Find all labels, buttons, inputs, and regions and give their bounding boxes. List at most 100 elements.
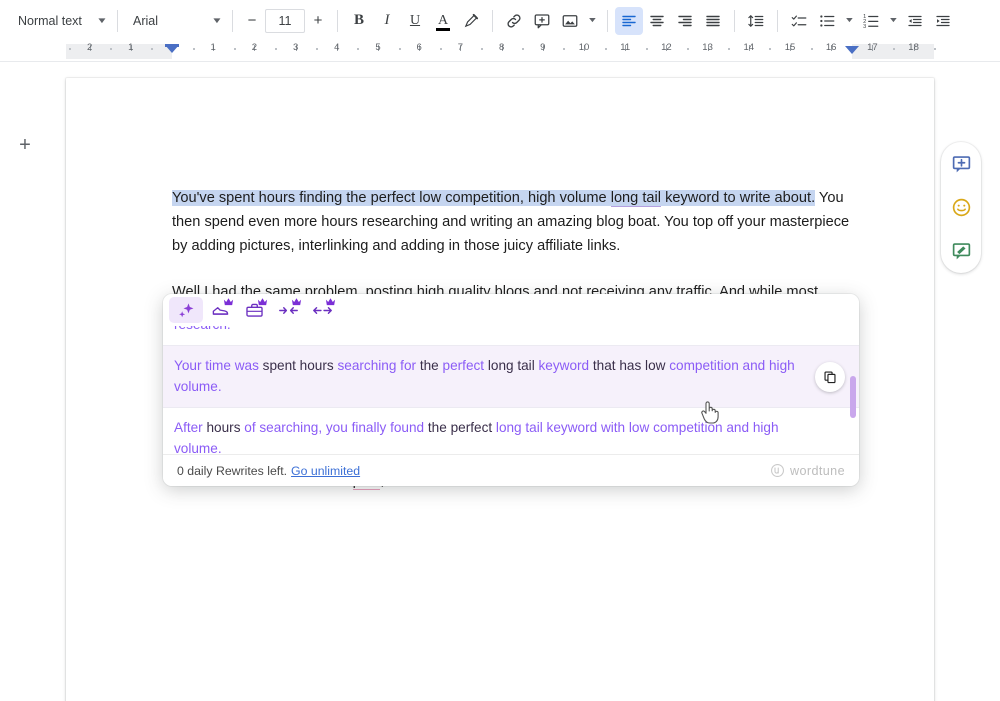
ruler-subtick — [481, 48, 483, 50]
add-comment-button[interactable] — [528, 7, 556, 35]
suggestion-text-part: of searching, you finally found — [244, 420, 428, 435]
right-indent-marker[interactable] — [845, 46, 859, 54]
ruler-subtick — [728, 48, 731, 50]
ruler-subtick — [893, 48, 895, 50]
suggestion-text-part: perfect — [442, 358, 488, 373]
underline-button[interactable]: U — [401, 7, 429, 35]
ruler-subtick — [316, 48, 319, 50]
ruler-subtick — [810, 48, 813, 50]
wordtune-popup[interactable]: research. Your time was spent hours sear… — [163, 294, 859, 486]
add-block-button[interactable]: + — [12, 132, 38, 158]
font-size-input[interactable]: 11 — [265, 8, 305, 33]
expand-mode-button[interactable] — [305, 297, 339, 323]
ruler-label-left-1: 1 — [128, 42, 134, 53]
text-color-button[interactable]: A — [429, 7, 457, 35]
numbered-list-button[interactable]: 1 2 3 — [857, 7, 885, 35]
ruler-subtick — [192, 48, 195, 50]
selected-text-part2: keyword to write about. — [661, 190, 816, 206]
insert-link-icon — [507, 13, 521, 28]
wordtune-logo-icon — [771, 464, 784, 477]
suggestion-item[interactable]: After hours of searching, you finally fo… — [163, 407, 859, 454]
wordtune-suggestions-list[interactable]: research. Your time was spent hours sear… — [163, 326, 859, 454]
decrease-font-size-button[interactable]: − — [240, 9, 264, 33]
formal-mode-button[interactable] — [237, 297, 271, 323]
ruler-label-17: 17 — [867, 42, 878, 53]
numbered-list-icon: 1 2 3 — [863, 14, 879, 29]
ruler-subtick — [357, 48, 360, 50]
ruler-label-10: 10 — [578, 42, 590, 53]
insert-link-button[interactable] — [500, 7, 528, 35]
ruler-label-9: 9 — [540, 42, 546, 53]
suggestion-item[interactable]: research. — [163, 326, 859, 345]
suggestion-text-part: long tail — [487, 358, 539, 373]
ruler-label-5: 5 — [375, 42, 381, 53]
align-justify-button[interactable] — [699, 7, 727, 35]
premium-crown-icon — [325, 298, 336, 306]
chevron-down-icon: ▼ — [96, 15, 108, 25]
suggestion-text-part: searching for — [337, 358, 420, 373]
ruler-label-2: 2 — [251, 42, 258, 53]
toolbar-divider — [734, 9, 735, 32]
suggest-edit-button[interactable] — [945, 235, 977, 267]
suggestion-text: research. — [174, 326, 231, 332]
bulleted-list-dropdown[interactable]: ▼ — [841, 7, 857, 35]
font-family-dropdown[interactable]: Arial ▼ — [125, 8, 225, 34]
increase-font-size-button[interactable]: + — [306, 9, 330, 33]
go-unlimited-link[interactable]: Go unlimited — [291, 464, 360, 478]
suggestion-text-part: spent hours — [262, 358, 338, 373]
text-color-swatch — [436, 27, 450, 31]
rewrites-left-text: 0 daily Rewrites left. — [177, 463, 288, 478]
suggestion-text-part: keyword — [538, 358, 593, 373]
ruler-label-13: 13 — [702, 42, 713, 53]
first-line-indent-bar[interactable] — [165, 44, 179, 47]
copy-icon — [824, 370, 836, 383]
ruler-subtick — [151, 48, 154, 50]
suggestion-item[interactable]: Your time was spent hours searching for … — [163, 345, 859, 407]
premium-crown-icon — [223, 298, 234, 306]
highlight-color-button[interactable] — [457, 7, 485, 35]
decrease-indent-icon — [908, 15, 922, 26]
italic-button[interactable]: I — [373, 7, 401, 35]
rewrite-mode-button[interactable] — [169, 297, 203, 323]
ruler-subtick — [522, 48, 525, 50]
bold-button[interactable]: B — [345, 7, 373, 35]
suggestions-scrollbar[interactable] — [850, 376, 856, 418]
ruler-subtick — [645, 48, 648, 50]
align-center-button[interactable] — [643, 7, 671, 35]
bulleted-list-button[interactable] — [813, 7, 841, 35]
add-reaction-button[interactable] — [945, 192, 977, 224]
align-right-button[interactable] — [671, 7, 699, 35]
decrease-indent-button[interactable] — [901, 7, 929, 35]
shorten-mode-button[interactable] — [271, 297, 305, 323]
toolbar-divider — [777, 9, 778, 32]
smiley-face-icon — [952, 198, 970, 217]
ruler-label-3: 3 — [292, 42, 299, 53]
ruler-subtick — [563, 48, 566, 50]
insert-image-dropdown[interactable]: ▼ — [584, 7, 600, 35]
line-spacing-button[interactable] — [742, 7, 770, 35]
ruler-label-left-2: 2 — [86, 42, 93, 53]
casual-mode-button[interactable] — [203, 297, 237, 323]
ruler-label-11: 11 — [620, 42, 631, 53]
paragraph-style-dropdown[interactable]: Normal text ▼ — [10, 8, 110, 34]
chevron-down-icon: ▼ — [586, 17, 599, 24]
document-ruler[interactable]: 2 1 1 2 3 4 5 6 7 8 9 10 11 12 13 14 15 16 17 18 — [0, 41, 1000, 62]
align-left-button[interactable] — [615, 6, 643, 35]
add-comment-button[interactable] — [945, 148, 977, 180]
wordtune-footer: 0 daily Rewrites left. Go unlimited word… — [163, 454, 859, 486]
insert-image-button[interactable] — [556, 7, 584, 35]
increase-indent-button[interactable] — [929, 7, 957, 35]
checklist-button[interactable] — [785, 7, 813, 35]
checklist-icon — [791, 15, 807, 26]
popup-resize-handle[interactable] — [494, 485, 528, 486]
ruler-subtick — [69, 48, 71, 50]
italic-label: I — [384, 12, 390, 28]
ruler-label-15: 15 — [784, 42, 796, 53]
ruler-subtick — [398, 48, 401, 50]
ruler-label-6: 6 — [416, 42, 422, 53]
numbered-list-dropdown[interactable]: ▼ — [885, 7, 901, 35]
wordtune-brand-label: wordtune — [789, 463, 845, 478]
suggestion-text-part: that has low — [592, 358, 670, 373]
copy-suggestion-button[interactable] — [815, 361, 845, 392]
sparkle-icon — [178, 302, 193, 317]
